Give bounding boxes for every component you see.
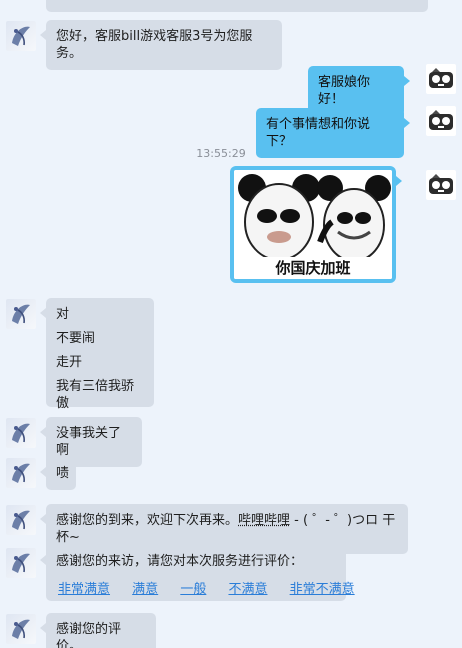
- message-final: 感谢您的评价。: [40, 613, 156, 648]
- agent-avatar: [6, 505, 36, 535]
- sticker-image: 你国庆加班: [234, 170, 392, 279]
- message-greeting: 您好，客服bill游戏客服3号为您服务。: [40, 20, 282, 70]
- agent-avatar-icon: [12, 26, 30, 46]
- message-reply-lines: 对 不要闹 走开 我有三倍我骄傲: [40, 298, 154, 411]
- rating-average-link[interactable]: 一般: [180, 582, 206, 597]
- rating-unsatisfied-link[interactable]: 不满意: [228, 582, 267, 597]
- user-avatar: [426, 64, 456, 94]
- agent-avatar-icon: [12, 304, 30, 324]
- agent-avatar: [6, 548, 36, 578]
- timestamp: 13:55:29: [196, 147, 246, 160]
- user-avatar-icon: [429, 68, 453, 88]
- agent-avatar-icon: [12, 463, 30, 483]
- message-user-1-text: 客服娘你好！: [318, 75, 371, 107]
- sticker-caption: 你国庆加班: [234, 257, 392, 279]
- rating-very-satisfied-link[interactable]: 非常满意: [58, 582, 110, 597]
- sticker-message[interactable]: 你国庆加班: [230, 166, 402, 283]
- message-reply-4-link[interactable]: 哔哩哔哩: [238, 513, 290, 528]
- message-final-text: 感谢您的评价。: [56, 622, 122, 648]
- rating-satisfied-link[interactable]: 满意: [132, 582, 158, 597]
- message-reply-4-prefix: 感谢您的到来，欢迎下次再来。: [56, 513, 239, 528]
- agent-avatar: [6, 299, 36, 329]
- agent-avatar: [6, 614, 36, 644]
- survey-title: 感谢您的来访，请您对本次服务进行评价：: [56, 554, 304, 569]
- reply-line-3: 走开: [56, 355, 83, 370]
- message-reply-3: 啧: [40, 457, 76, 490]
- agent-avatar: [6, 418, 36, 448]
- rating-options: 非常满意 满意 一般 不满意 非常不满意: [58, 578, 373, 597]
- agent-avatar: [6, 21, 36, 51]
- reply-line-2: 不要闹: [56, 331, 96, 346]
- chat-window: 您好，客服bill游戏客服3号为您服务。 客服娘你好！ 有个事情想和你说下？ 1…: [0, 0, 462, 648]
- agent-avatar-icon: [12, 510, 30, 530]
- message-reply-2-text: 没事我关了啊: [56, 426, 122, 458]
- rating-very-unsatisfied-link[interactable]: 非常不满意: [290, 582, 355, 597]
- user-avatar-icon: [429, 110, 453, 130]
- agent-avatar-icon: [12, 553, 30, 573]
- agent-avatar-icon: [12, 619, 30, 639]
- message-greeting-text: 您好，客服bill游戏客服3号为您服务。: [56, 29, 253, 61]
- reply-line-1: 对: [56, 307, 70, 322]
- message-reply-3-text: 啧: [56, 466, 70, 481]
- agent-avatar: [6, 458, 36, 488]
- agent-avatar-icon: [12, 423, 30, 443]
- top-bubble-partial: [46, 0, 428, 12]
- user-avatar-icon: [429, 174, 453, 194]
- user-avatar: [426, 170, 456, 200]
- user-avatar: [426, 106, 456, 136]
- reply-line-4: 我有三倍我骄傲: [56, 379, 135, 411]
- message-user-2-text: 有个事情想和你说下？: [266, 117, 371, 149]
